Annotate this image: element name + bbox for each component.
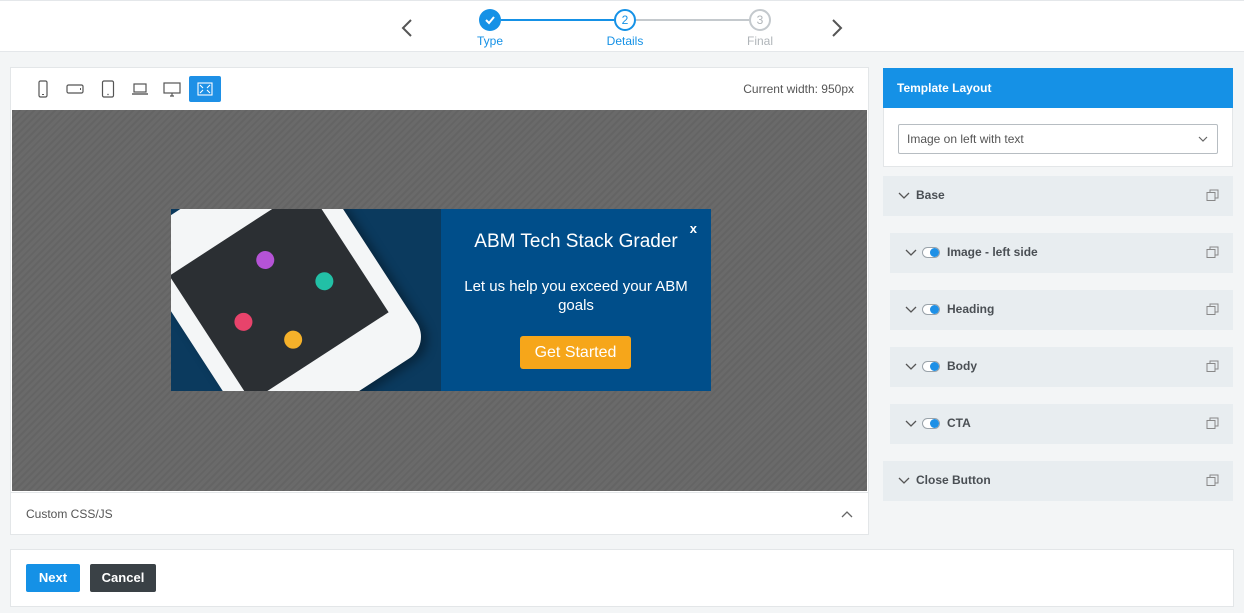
popup-cta-button[interactable]: Get Started — [520, 336, 631, 369]
popup-body: Let us help you exceed your ABM goals — [464, 278, 688, 314]
section-cta[interactable]: CTA — [890, 404, 1233, 444]
toggle-knob — [930, 248, 939, 257]
app-dot — [311, 268, 337, 294]
app-dot — [252, 247, 278, 273]
toggle-knob — [930, 419, 939, 428]
app-dot — [230, 309, 256, 335]
toggle-knob — [930, 305, 939, 314]
template-layout-heading: Template Layout — [883, 68, 1233, 108]
toggle-knob — [930, 362, 939, 371]
step-number: 2 — [614, 9, 636, 31]
next-step-arrow-icon[interactable] — [826, 15, 848, 41]
check-icon — [479, 9, 501, 31]
section-toggle[interactable] — [922, 361, 940, 372]
step-details[interactable]: 2 Details — [590, 9, 660, 48]
custom-css-js-section[interactable]: Custom CSS/JS — [11, 492, 868, 536]
phone-landscape-icon[interactable] — [63, 77, 87, 101]
copy-icon[interactable] — [1206, 360, 1219, 373]
template-layout-panel: Template Layout Image on left with text — [883, 68, 1233, 167]
popup-content: ABM Tech Stack Grader x Let us help you … — [441, 209, 711, 391]
step-label: Final — [746, 34, 773, 48]
phone-screen — [171, 209, 389, 391]
section-label: Image - left side — [947, 245, 1038, 259]
chevron-down-icon — [905, 249, 917, 256]
app-dot — [280, 327, 306, 353]
copy-icon[interactable] — [1206, 303, 1219, 316]
chevron-up-icon[interactable] — [840, 507, 854, 521]
section-label: Base — [916, 188, 945, 202]
cancel-button[interactable]: Cancel — [90, 564, 156, 592]
template-layout-selected-value: Image on left with text — [907, 132, 1024, 146]
section-toggle[interactable] — [922, 304, 940, 315]
section-label: CTA — [947, 416, 971, 430]
section-toggle[interactable] — [922, 247, 940, 258]
copy-icon[interactable] — [1206, 189, 1219, 202]
popup-close-button[interactable]: x — [690, 221, 697, 236]
step-label: Type — [476, 34, 503, 48]
section-label: Close Button — [916, 473, 991, 487]
step-label: Details — [606, 34, 644, 48]
step-type[interactable]: Type — [455, 9, 525, 48]
section-label: Heading — [947, 302, 995, 316]
chevron-down-icon — [905, 420, 917, 427]
chevron-down-icon — [898, 477, 910, 484]
section-body[interactable]: Body — [890, 347, 1233, 387]
section-close-button[interactable]: Close Button — [883, 461, 1233, 501]
section-base[interactable]: Base — [883, 176, 1233, 216]
fullscreen-icon[interactable] — [189, 76, 221, 102]
popup-preview: ABM Tech Stack Grader x Let us help you … — [171, 209, 711, 391]
section-toggle[interactable] — [922, 418, 940, 429]
chevron-down-icon — [905, 306, 917, 313]
copy-icon[interactable] — [1206, 474, 1219, 487]
template-layout-select[interactable]: Image on left with text — [898, 124, 1218, 154]
copy-icon[interactable] — [1206, 246, 1219, 259]
phone-portrait-icon[interactable] — [31, 77, 55, 101]
footer-actions: Next Cancel — [10, 549, 1234, 607]
desktop-icon[interactable] — [160, 77, 184, 101]
chevron-down-icon — [1198, 136, 1208, 142]
step-final[interactable]: 3 Final — [725, 9, 795, 48]
tablet-icon[interactable] — [96, 77, 120, 101]
current-width-label: Current width: 950px — [743, 82, 854, 96]
preview-panel: Current width: 950px ABM Tech Stack Grad… — [10, 67, 869, 535]
section-image-left-side[interactable]: Image - left side — [890, 233, 1233, 273]
preview-canvas: ABM Tech Stack Grader x Let us help you … — [12, 110, 867, 491]
phone-illustration — [171, 209, 431, 391]
previous-step-arrow-icon[interactable] — [396, 15, 418, 41]
copy-icon[interactable] — [1206, 417, 1219, 430]
next-button[interactable]: Next — [26, 564, 80, 592]
section-heading[interactable]: Heading — [890, 290, 1233, 330]
laptop-icon[interactable] — [128, 77, 152, 101]
custom-css-js-label: Custom CSS/JS — [26, 507, 113, 521]
step-number: 3 — [749, 9, 771, 31]
section-label: Body — [947, 359, 977, 373]
device-toolbar: Current width: 950px — [11, 68, 868, 110]
wizard-stepper: Type 2 Details 3 Final — [0, 0, 1244, 52]
chevron-down-icon — [898, 192, 910, 199]
chevron-down-icon — [905, 363, 917, 370]
popup-title: ABM Tech Stack Grader — [474, 231, 678, 252]
popup-phone-image — [171, 209, 441, 391]
